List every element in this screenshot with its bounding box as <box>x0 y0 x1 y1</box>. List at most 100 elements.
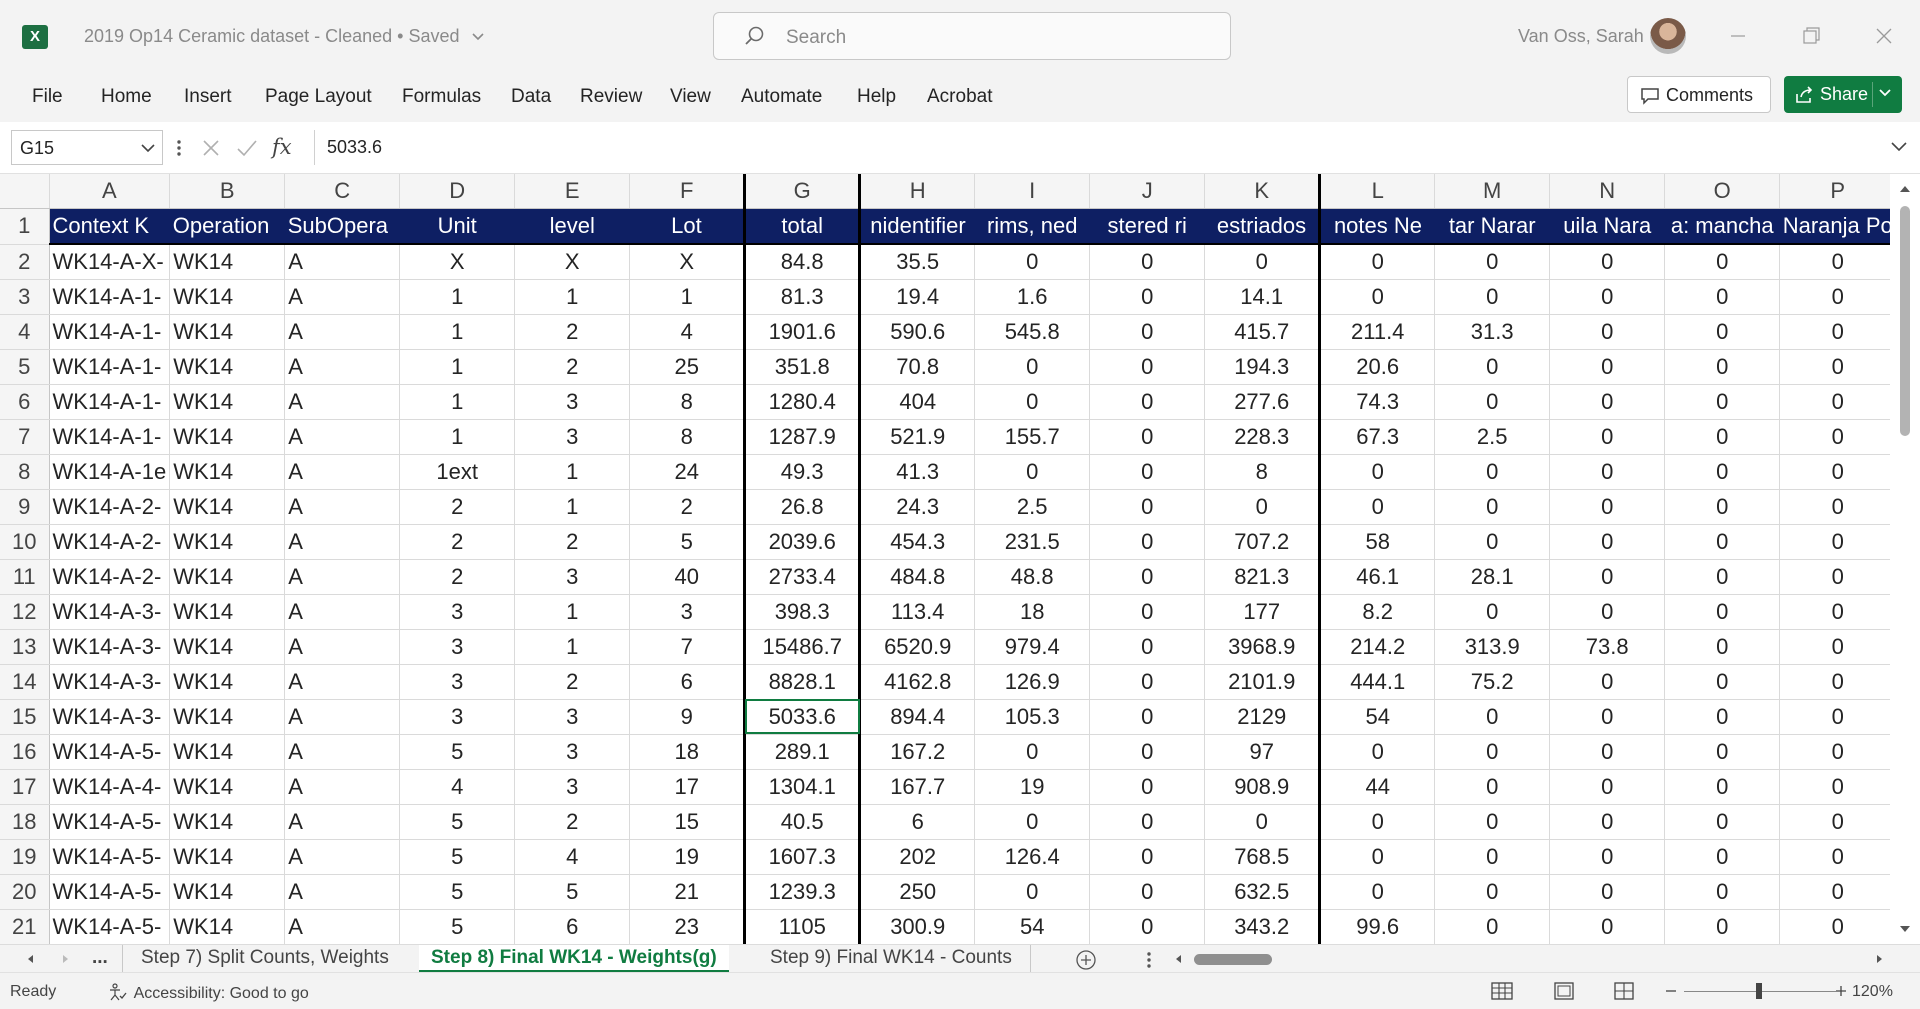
more-options-icon[interactable] <box>174 135 184 161</box>
grid-cell[interactable]: 28.1 <box>1434 559 1551 595</box>
grid-cell[interactable]: 126.9 <box>974 664 1091 700</box>
column-header[interactable]: E <box>514 174 631 209</box>
grid-cell[interactable]: 2.5 <box>1434 419 1551 455</box>
grid-cell[interactable]: X <box>399 244 516 280</box>
scroll-up-icon[interactable] <box>1890 178 1920 198</box>
grid-cell[interactable]: 44 <box>1318 769 1436 805</box>
grid-cell[interactable]: 4 <box>514 839 631 875</box>
grid-cell[interactable]: 2039.6 <box>743 524 861 560</box>
grid-cell[interactable]: 0 <box>974 734 1091 770</box>
grid-cell[interactable]: WK14 <box>169 244 286 280</box>
grid-cell[interactable]: 289.1 <box>743 734 861 770</box>
grid-cell[interactable]: 2129 <box>1204 699 1321 735</box>
grid-cell[interactable]: 23 <box>629 909 746 945</box>
grid-cell[interactable]: WK14-A-1- <box>49 314 171 350</box>
grid-cell[interactable]: 0 <box>1664 629 1781 665</box>
grid-cell[interactable]: WK14-A-X- <box>49 244 171 280</box>
add-sheet-icon[interactable] <box>1074 948 1098 972</box>
row-header[interactable]: 12 <box>0 594 50 630</box>
grid-cell[interactable]: 15486.7 <box>743 629 861 665</box>
row-header[interactable]: 19 <box>0 839 50 875</box>
grid-cell[interactable]: 0 <box>1779 349 1897 385</box>
grid-cell[interactable]: X <box>629 244 746 280</box>
grid-cell[interactable]: 0 <box>1549 769 1666 805</box>
grid-cell[interactable]: 7 <box>629 629 746 665</box>
row-header[interactable]: 5 <box>0 349 50 385</box>
row-header[interactable]: 17 <box>0 769 50 805</box>
grid-cell[interactable]: A <box>284 384 401 420</box>
grid-cell[interactable]: 26.8 <box>743 489 861 525</box>
grid-cell[interactable]: 5 <box>514 874 631 910</box>
grid-cell[interactable]: WK14 <box>169 734 286 770</box>
grid-cell[interactable]: 0 <box>1089 454 1206 490</box>
grid-cell[interactable]: 0 <box>1434 804 1551 840</box>
menu-view[interactable]: View <box>670 86 711 108</box>
user-name[interactable]: Van Oss, Sarah <box>1518 26 1644 47</box>
horizontal-scroll-thumb[interactable] <box>1194 954 1272 965</box>
grid-cell[interactable]: 1901.6 <box>743 314 861 350</box>
grid-cell[interactable]: WK14 <box>169 524 286 560</box>
grid-cell[interactable]: 1280.4 <box>743 384 861 420</box>
row-header[interactable]: 1 <box>0 208 50 245</box>
normal-view-icon[interactable] <box>1491 981 1513 1001</box>
row-header[interactable]: 4 <box>0 314 50 350</box>
grid-cell[interactable]: 75.2 <box>1434 664 1551 700</box>
grid-cell[interactable]: 0 <box>1549 524 1666 560</box>
grid-cell[interactable]: 1105 <box>743 909 861 945</box>
grid-cell[interactable]: 415.7 <box>1204 314 1321 350</box>
grid-cell[interactable]: 4 <box>399 769 516 805</box>
grid-cell[interactable]: 277.6 <box>1204 384 1321 420</box>
grid-cell[interactable]: 707.2 <box>1204 524 1321 560</box>
menu-review[interactable]: Review <box>580 86 642 108</box>
grid-cell[interactable]: 97 <box>1204 734 1321 770</box>
grid-cell[interactable]: 2 <box>514 804 631 840</box>
grid-cell[interactable]: 228.3 <box>1204 419 1321 455</box>
grid-cell[interactable]: 0 <box>1549 874 1666 910</box>
grid-cell[interactable]: X <box>514 244 631 280</box>
share-button[interactable]: Share <box>1784 76 1902 113</box>
grid-cell[interactable]: A <box>284 804 401 840</box>
grid-cell[interactable]: 0 <box>1549 839 1666 875</box>
grid-cell[interactable]: 35.5 <box>858 244 976 280</box>
grid-cell[interactable]: 0 <box>1204 244 1321 280</box>
grid-cell[interactable]: 979.4 <box>974 629 1091 665</box>
grid-cell[interactable]: A <box>284 734 401 770</box>
grid-cell[interactable]: WK14 <box>169 629 286 665</box>
grid-cell[interactable]: 3 <box>399 629 516 665</box>
grid-cell[interactable]: 0 <box>974 244 1091 280</box>
grid-cell[interactable]: 0 <box>1318 454 1436 490</box>
grid-cell[interactable]: A <box>284 524 401 560</box>
grid-cell[interactable]: WK14-A-3- <box>49 699 171 735</box>
grid-cell[interactable]: WK14-A-1- <box>49 279 171 315</box>
grid-cell[interactable]: 3 <box>629 594 746 630</box>
header-cell[interactable]: Unit <box>399 208 515 245</box>
grid-cell[interactable]: WK14 <box>169 909 286 945</box>
grid-cell[interactable]: 0 <box>1779 524 1897 560</box>
grid-cell[interactable]: WK14 <box>169 279 286 315</box>
grid-cell[interactable]: 84.8 <box>743 244 861 280</box>
grid-cell[interactable]: 0 <box>1549 419 1666 455</box>
grid-cell[interactable]: 0 <box>1779 314 1897 350</box>
grid-cell[interactable]: 0 <box>974 349 1091 385</box>
grid-cell[interactable]: A <box>284 349 401 385</box>
grid-cell[interactable]: 0 <box>1664 594 1781 630</box>
accessibility-status[interactable]: Accessibility: Good to go <box>108 983 309 1003</box>
grid-cell[interactable]: 0 <box>1664 349 1781 385</box>
grid-cell[interactable]: 0 <box>1549 384 1666 420</box>
grid-cell[interactable]: 0 <box>1779 419 1897 455</box>
tab-scroll-right-icon[interactable] <box>58 952 72 966</box>
grid-cell[interactable]: WK14-A-3- <box>49 594 171 630</box>
grid-cell[interactable]: A <box>284 489 401 525</box>
insert-function-button[interactable]: fx <box>272 135 298 161</box>
page-layout-view-icon[interactable] <box>1553 981 1575 1001</box>
row-header[interactable]: 18 <box>0 804 50 840</box>
grid-cell[interactable]: 0 <box>1089 839 1206 875</box>
grid-cell[interactable]: 0 <box>1089 559 1206 595</box>
grid-cell[interactable]: 20.6 <box>1318 349 1436 385</box>
grid-cell[interactable]: 632.5 <box>1204 874 1321 910</box>
grid-cell[interactable]: 0 <box>1089 489 1206 525</box>
grid-cell[interactable]: 0 <box>1318 804 1436 840</box>
sheet-tab-step7[interactable]: Step 7) Split Counts, Weights <box>122 945 407 973</box>
grid-cell[interactable]: 0 <box>974 454 1091 490</box>
row-header[interactable]: 8 <box>0 454 50 490</box>
